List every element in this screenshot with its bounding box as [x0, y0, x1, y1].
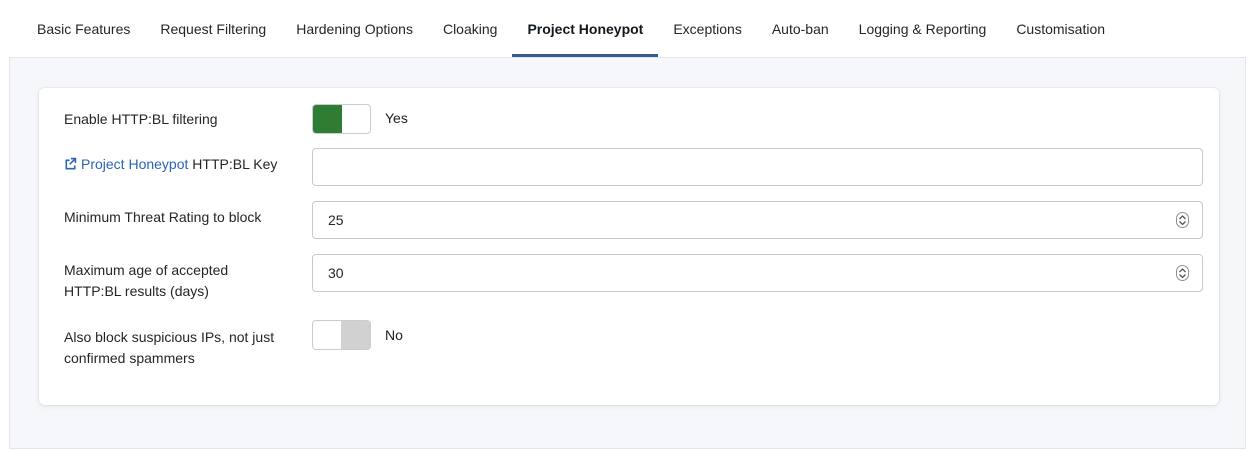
- max-age-input[interactable]: [312, 254, 1203, 292]
- tab-basic-features[interactable]: Basic Features: [22, 0, 145, 57]
- tab-customisation[interactable]: Customisation: [1001, 0, 1120, 57]
- stepper-arrows-icon: [1179, 268, 1186, 279]
- external-link-icon: [65, 157, 77, 170]
- enable-filtering-state: Yes: [385, 110, 408, 126]
- toggle-fill: [313, 105, 342, 133]
- tab-logging-reporting[interactable]: Logging & Reporting: [844, 0, 1002, 57]
- max-age-stepper[interactable]: [1176, 265, 1189, 281]
- min-threat-stepper[interactable]: [1176, 212, 1189, 228]
- block-suspicious-label-line1: Also block suspicious IPs, not just: [64, 329, 275, 345]
- tab-list: Basic Features Request Filtering Hardeni…: [0, 0, 1120, 57]
- block-suspicious-toggle[interactable]: [312, 320, 371, 350]
- toggle-fill: [341, 321, 370, 349]
- block-suspicious-label: Also block suspicious IPs, not just conf…: [64, 327, 299, 369]
- max-age-label-line1: Maximum age of accepted: [64, 262, 229, 278]
- tab-hardening-options[interactable]: Hardening Options: [281, 0, 428, 57]
- tab-exceptions[interactable]: Exceptions: [658, 0, 756, 57]
- max-age-wrapper: [312, 254, 1203, 292]
- min-threat-wrapper: [312, 201, 1203, 239]
- api-key-label: Project Honeypot HTTP:BL Key: [64, 154, 299, 175]
- max-age-label-line2: HTTP:BL results (days): [64, 283, 209, 299]
- tab-cloaking[interactable]: Cloaking: [428, 0, 512, 57]
- min-threat-input[interactable]: [312, 201, 1203, 239]
- tab-request-filtering[interactable]: Request Filtering: [145, 0, 281, 57]
- enable-filtering-label: Enable HTTP:BL filtering: [64, 111, 218, 127]
- tab-bar: Basic Features Request Filtering Hardeni…: [0, 0, 1248, 57]
- api-key-input[interactable]: [312, 148, 1203, 186]
- api-key-label-text: HTTP:BL Key: [188, 156, 278, 172]
- block-suspicious-label-line2: confirmed spammers: [64, 350, 195, 366]
- tab-project-honeypot[interactable]: Project Honeypot: [512, 0, 659, 57]
- max-age-label: Maximum age of accepted HTTP:BL results …: [64, 260, 299, 302]
- project-honeypot-link[interactable]: Project Honeypot: [64, 156, 188, 172]
- tab-auto-ban[interactable]: Auto-ban: [757, 0, 844, 57]
- block-suspicious-state: No: [385, 327, 403, 343]
- min-threat-label: Minimum Threat Rating to block: [64, 209, 262, 225]
- enable-filtering-toggle[interactable]: [312, 104, 371, 134]
- project-honeypot-link-text: Project Honeypot: [81, 156, 189, 172]
- stepper-arrows-icon: [1179, 215, 1186, 226]
